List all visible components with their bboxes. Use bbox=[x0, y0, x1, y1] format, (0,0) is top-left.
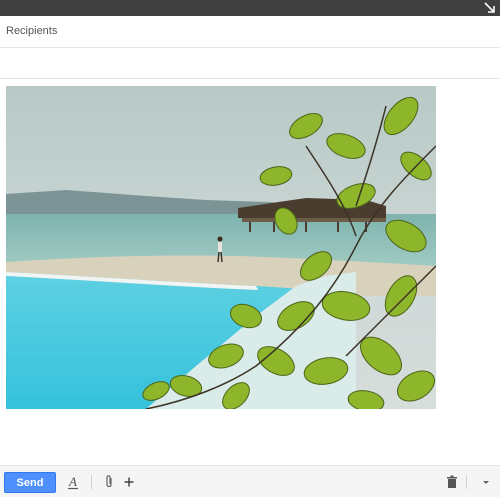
beach-resort-photo bbox=[6, 86, 436, 409]
insert-more-button[interactable] bbox=[121, 474, 137, 490]
toolbar-divider bbox=[466, 475, 467, 489]
compose-toolbar: Send A bbox=[0, 465, 500, 497]
compose-titlebar bbox=[0, 0, 500, 16]
attach-files-button[interactable] bbox=[101, 474, 117, 490]
svg-text:A: A bbox=[68, 474, 77, 489]
send-button[interactable]: Send bbox=[4, 472, 56, 493]
message-body[interactable] bbox=[0, 79, 500, 464]
expand-button[interactable] bbox=[483, 1, 497, 15]
trash-icon bbox=[447, 475, 457, 488]
subject-field[interactable] bbox=[0, 48, 500, 79]
recipients-field[interactable]: Recipients bbox=[0, 16, 500, 48]
chevron-down-icon bbox=[483, 481, 489, 484]
more-options-button[interactable] bbox=[478, 474, 494, 490]
toolbar-divider bbox=[91, 475, 92, 489]
paperclip-icon bbox=[106, 475, 112, 488]
compose-window: Recipients Send A bbox=[0, 0, 500, 497]
diagonal-arrow-icon bbox=[484, 2, 495, 13]
text-format-icon: A bbox=[68, 474, 78, 490]
discard-draft-button[interactable] bbox=[444, 474, 460, 490]
plus-icon bbox=[124, 477, 134, 487]
formatting-options-button[interactable]: A bbox=[65, 474, 81, 490]
recipients-label: Recipients bbox=[6, 25, 58, 37]
